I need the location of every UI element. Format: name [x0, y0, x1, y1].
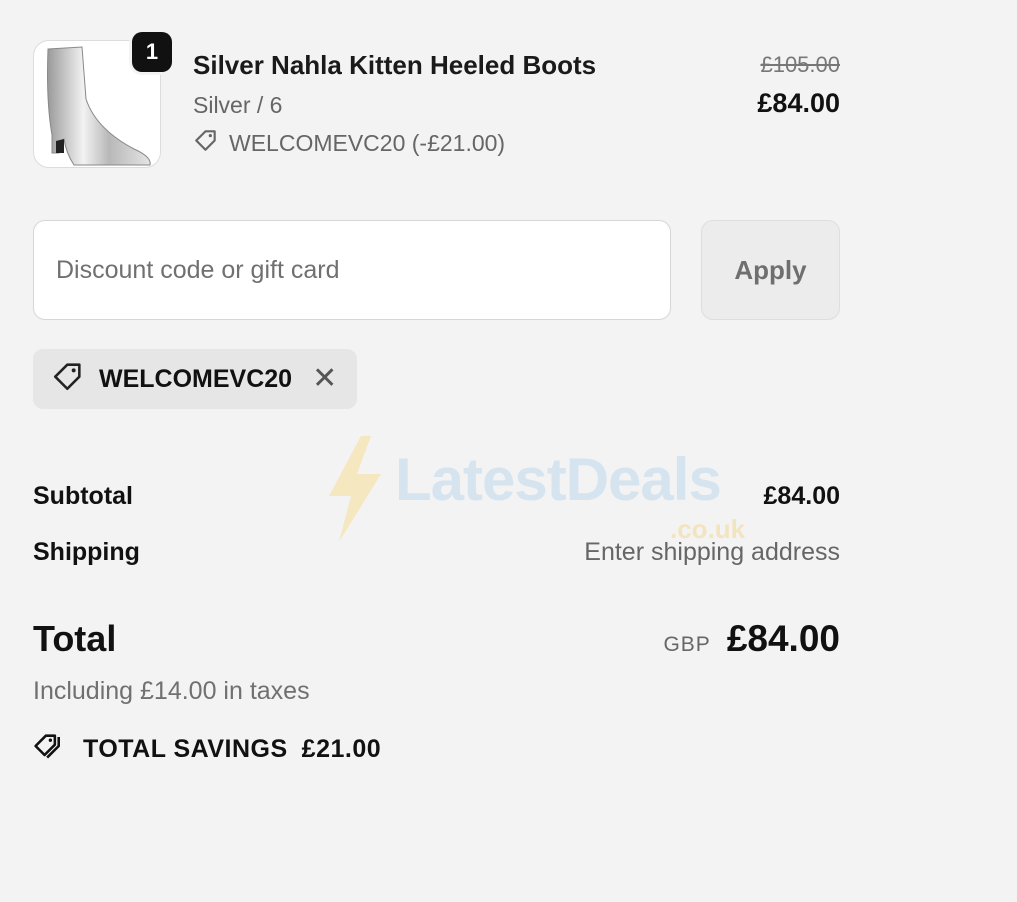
product-discount: WELCOMEVC20 (-£21.00): [193, 127, 505, 159]
total-savings: TOTAL SAVINGS £21.00: [33, 729, 381, 770]
tag-icon: [51, 359, 85, 400]
savings-label: TOTAL SAVINGS: [83, 735, 288, 763]
shipping-label: Shipping: [33, 538, 140, 566]
tags-icon: [33, 729, 69, 770]
close-icon[interactable]: ✕: [312, 364, 337, 394]
discount-code-input[interactable]: [33, 220, 671, 320]
total-label: Total: [33, 618, 117, 659]
savings-value: £21.00: [301, 735, 382, 763]
product-discount-label: WELCOMEVC20 (-£21.00): [229, 129, 506, 156]
apply-button[interactable]: Apply: [701, 220, 840, 320]
tag-icon: [193, 127, 219, 159]
current-price: £84.00: [757, 88, 840, 118]
shipping-value: Enter shipping address: [584, 538, 840, 566]
tax-note: Including £14.00 in taxes: [33, 677, 310, 705]
applied-discount-chip: WELCOMEVC20 ✕: [33, 349, 358, 409]
line-item: 1 Silver Nahla Kitten Heeled Boots Silve…: [33, 32, 840, 170]
original-price: £105.00: [760, 52, 840, 77]
subtotal-row: Subtotal £84.00: [33, 482, 840, 511]
order-summary: 1 Silver Nahla Kitten Heeled Boots Silve…: [33, 32, 840, 763]
applied-discount-code: WELCOMEVC20: [99, 364, 293, 393]
subtotal-value: £84.00: [763, 482, 840, 510]
product-variant: Silver / 6: [193, 92, 283, 118]
product-title: Silver Nahla Kitten Heeled Boots: [193, 50, 597, 80]
total-value: £84.00: [726, 618, 840, 659]
subtotal-label: Subtotal: [33, 482, 133, 510]
shipping-row: Shipping Enter shipping address: [33, 538, 840, 567]
total-row: Total GBP £84.00: [33, 618, 840, 660]
discount-form: Apply: [33, 220, 840, 322]
quantity-badge: 1: [132, 32, 172, 72]
currency-code: GBP: [663, 633, 711, 656]
